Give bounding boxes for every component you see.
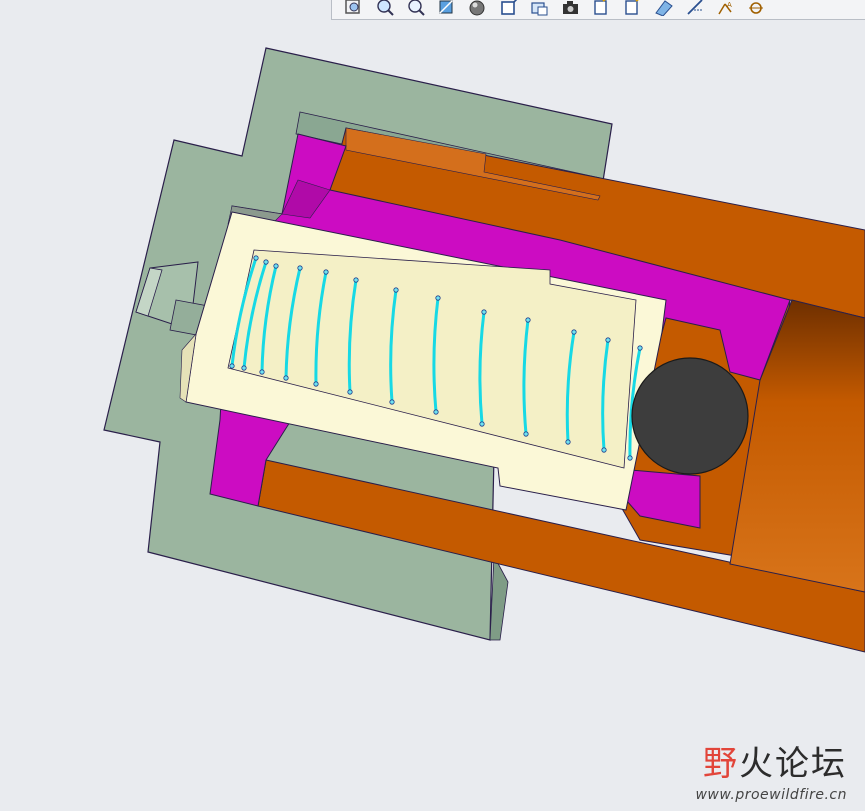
watermark-url: www.proewildfire.cn	[695, 787, 847, 803]
shading-button[interactable]	[466, 0, 490, 16]
watermark-brand-rest: 火论坛	[739, 744, 847, 784]
camera-button[interactable]	[559, 0, 583, 16]
datum-axes-button[interactable]	[621, 0, 645, 16]
annotations-icon: A	[715, 0, 737, 16]
zoom-in-icon	[374, 0, 396, 16]
datum-points-icon	[653, 0, 675, 16]
spring-coil-vertex	[565, 439, 571, 445]
spring-coil-vertex	[253, 255, 259, 261]
spring-coil-vertex	[435, 295, 441, 301]
datum-axes-icon	[622, 0, 644, 16]
spring-coil-vertex	[393, 287, 399, 293]
view-orient-icon	[498, 0, 520, 16]
shading-icon	[467, 0, 489, 16]
spring-coil-vertex	[627, 455, 633, 461]
zoom-fit-icon	[343, 0, 365, 16]
repaint-icon	[436, 0, 458, 16]
spring-coil-vertex	[389, 399, 395, 405]
repaint-button[interactable]	[435, 0, 459, 16]
spring-coil-vertex	[241, 365, 247, 371]
spring-coil-vertex	[273, 263, 279, 269]
saved-views-button[interactable]	[528, 0, 552, 16]
zoom-out-icon	[405, 0, 427, 16]
spring-coil-vertex	[637, 345, 643, 351]
datum-planes-button[interactable]	[590, 0, 614, 16]
zoom-in-button[interactable]	[373, 0, 397, 16]
zoom-fit-button[interactable]	[342, 0, 366, 16]
watermark-brand-red: 野	[703, 744, 739, 784]
detent-ball[interactable]	[631, 357, 749, 475]
coord-sys-icon	[684, 0, 706, 16]
spring-coil-vertex	[479, 421, 485, 427]
spring-coil-vertex	[605, 337, 611, 343]
annotations-button[interactable]: A	[714, 0, 738, 16]
spring-coil-vertex	[283, 375, 289, 381]
spring-coil-vertex	[353, 277, 359, 283]
datum-planes-icon	[591, 0, 613, 16]
spring-coil-vertex	[229, 363, 235, 369]
svg-text:A: A	[727, 1, 732, 9]
spring-coil-vertex	[523, 431, 529, 437]
spring-coil-vertex	[323, 269, 329, 275]
spring-coil-vertex	[571, 329, 577, 335]
view-toolbar: A	[331, 0, 865, 20]
forum-watermark: 野火论坛 www.proewildfire.cn	[695, 747, 847, 803]
datum-points-button[interactable]	[652, 0, 676, 16]
saved-views-icon	[529, 0, 551, 16]
watermark-brand: 野火论坛	[695, 747, 847, 781]
spin-center-icon	[746, 0, 768, 16]
spring-coil-vertex	[525, 317, 531, 323]
graphics-viewport[interactable]	[0, 0, 865, 811]
spring-coil-vertex	[263, 259, 269, 265]
spring-coil-vertex	[481, 309, 487, 315]
spring-coil-vertex	[259, 369, 265, 375]
camera-icon	[560, 0, 582, 16]
spring-coil-vertex	[433, 409, 439, 415]
zoom-out-button[interactable]	[404, 0, 428, 16]
spring-coil-vertex	[313, 381, 319, 387]
spring-coil-vertex	[601, 447, 607, 453]
view-orient-button[interactable]	[497, 0, 521, 16]
spring-coil-vertex	[297, 265, 303, 271]
coord-sys-button[interactable]	[683, 0, 707, 16]
spring-coil-vertex	[347, 389, 353, 395]
spin-center-button[interactable]	[745, 0, 769, 16]
